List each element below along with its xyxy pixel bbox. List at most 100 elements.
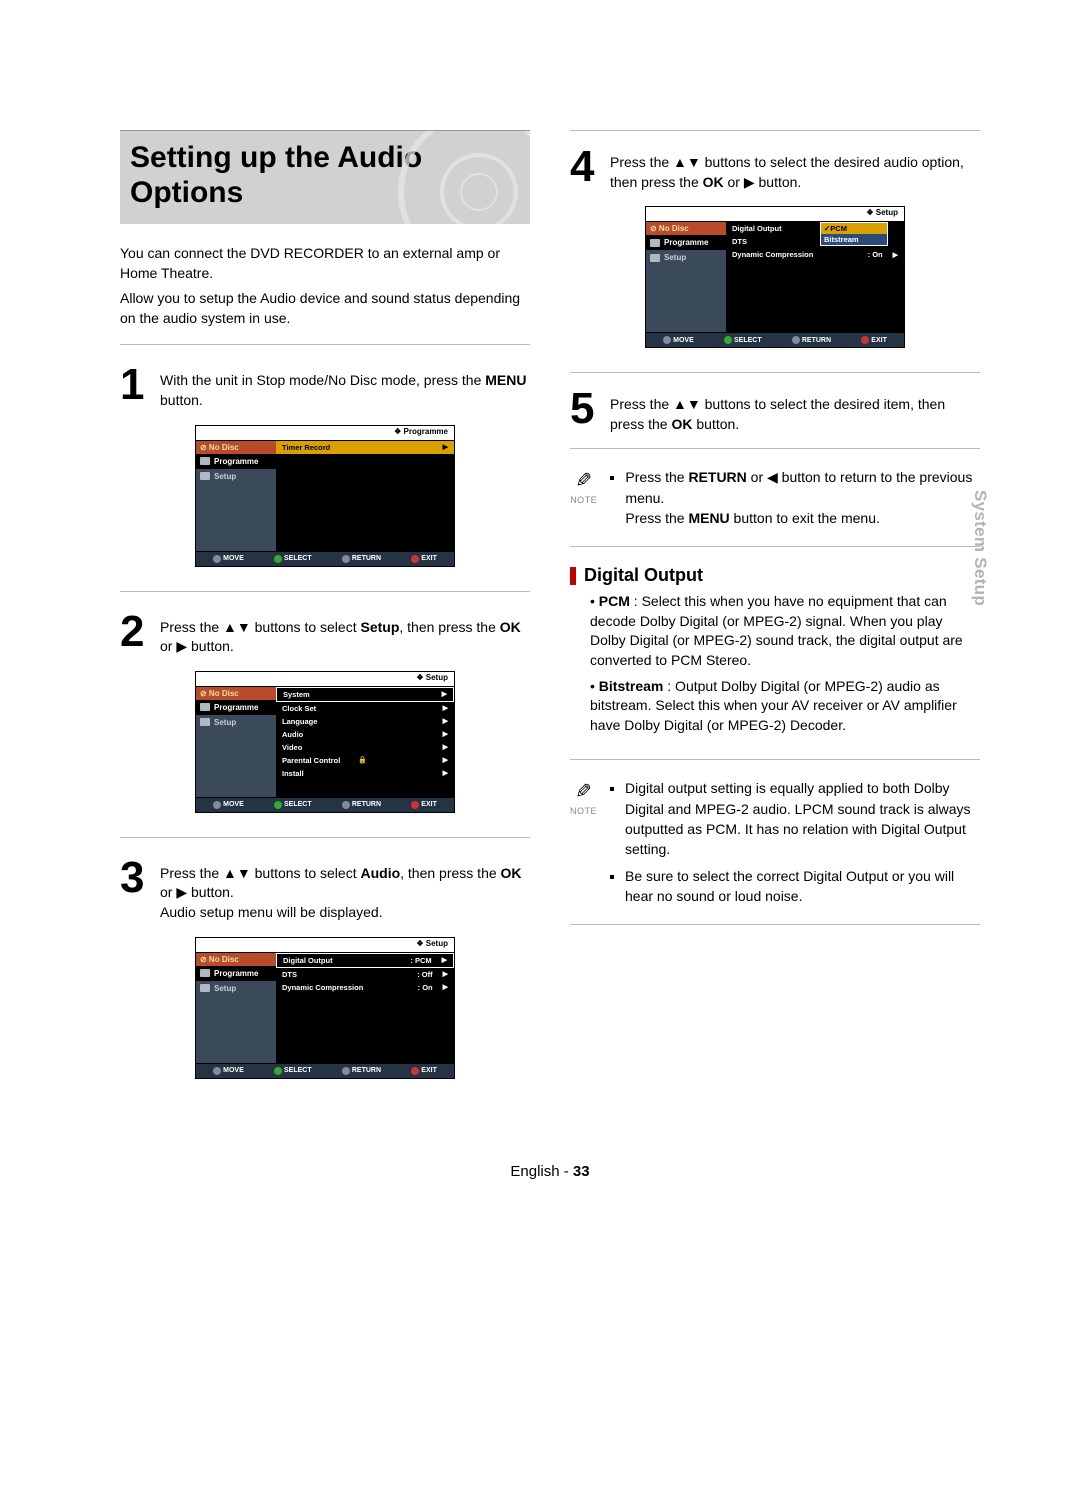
step-2: 2 Press the ▲▼ buttons to select Setup, … [120, 614, 530, 657]
intro-2: Allow you to setup the Audio device and … [120, 289, 530, 328]
step-1: 1 With the unit in Stop mode/No Disc mod… [120, 367, 530, 410]
osd-row: Install▶ [276, 767, 454, 780]
move-icon [663, 336, 671, 344]
exit-icon [411, 555, 419, 563]
osd-footer: MOVE SELECT RETURN EXIT [645, 332, 905, 348]
osd-nodisc: ⊘ No Disc [196, 687, 276, 700]
osd-row: DTS: Off▶ [276, 968, 454, 981]
divider [570, 372, 980, 373]
definition-item: • PCM : Select this when you have no equ… [590, 592, 980, 670]
osd-row: Digital Output ✓PCM Bitstream [726, 222, 904, 235]
osd-side-programme: Programme [196, 454, 276, 469]
exit-icon [411, 801, 419, 809]
note-body: Digital output setting is equally applie… [609, 778, 980, 912]
osd-screenshot-2: ❖ Setup ⊘ No Disc Programme Setup System… [195, 671, 455, 813]
osd-crumb: ❖ Programme [394, 427, 448, 436]
gear-icon [200, 984, 210, 992]
step-text: With the unit in Stop mode/No Disc mode,… [160, 367, 530, 410]
note-icon: ✎ [570, 467, 597, 496]
note-icon: ✎ [570, 778, 597, 807]
osd-crumb: ❖ Setup [416, 673, 448, 682]
gear-icon [200, 472, 210, 480]
osd-row: Audio▶ [276, 728, 454, 741]
osd-footer: MOVE SELECT RETURN EXIT [195, 1063, 455, 1079]
gear-icon [650, 254, 660, 262]
osd-crumb: ❖ Setup [866, 208, 898, 217]
step-number: 1 [120, 367, 150, 410]
tv-icon [200, 703, 210, 711]
side-tab: System Setup [970, 490, 990, 606]
exit-icon [411, 1067, 419, 1075]
osd-screenshot-1: ❖ Programme ⊘ No Disc Programme Setup Ti… [195, 425, 455, 567]
page-footer: English - 33 [120, 1163, 980, 1180]
divider [120, 591, 530, 592]
osd-side-programme: Programme [196, 700, 276, 715]
step-text: Press the ▲▼ buttons to select the desir… [610, 391, 980, 434]
osd-screenshot-3: ❖ Setup ⊘ No Disc Programme Setup Digita… [195, 937, 455, 1079]
osd-row: Video▶ [276, 741, 454, 754]
gear-icon [200, 718, 210, 726]
osd-row: Dynamic Compression: On▶ [726, 248, 904, 261]
definition-item: • Bitstream : Output Dolby Digital (or M… [590, 677, 980, 736]
move-icon [213, 801, 221, 809]
osd-side-setup: Setup [646, 250, 726, 265]
osd-side-setup: Setup [196, 469, 276, 484]
divider [120, 344, 530, 345]
osd-nodisc: ⊘ No Disc [196, 953, 276, 966]
return-icon [342, 555, 350, 563]
select-icon [724, 336, 732, 344]
osd-row: Clock Set▶ [276, 702, 454, 715]
step-number: 4 [570, 149, 600, 192]
note-body: Press the RETURN or ◀ button to return t… [609, 467, 980, 534]
osd-screenshot-4: ❖ Setup ⊘ No Disc Programme Setup Digita… [645, 206, 905, 348]
divider [120, 837, 530, 838]
osd-row: System▶ [276, 687, 454, 702]
osd-side-programme: Programme [646, 235, 726, 250]
manual-page: System Setup Setting up the Audio Option… [0, 0, 1080, 1240]
osd-row: Timer Record▶ [276, 441, 454, 454]
step-text: Press the ▲▼ buttons to select the desir… [610, 149, 980, 192]
definition-list: • PCM : Select this when you have no equ… [570, 592, 980, 735]
title-block: Setting up the Audio Options [120, 130, 530, 224]
osd-nodisc: ⊘ No Disc [196, 441, 276, 454]
divider [570, 546, 980, 547]
osd-row: Dynamic Compression: On▶ [276, 981, 454, 994]
left-column: Setting up the Audio Options You can con… [120, 130, 530, 1103]
tv-icon [650, 239, 660, 247]
step-number: 5 [570, 391, 600, 434]
osd-row: Digital Output: PCM▶ [276, 953, 454, 968]
osd-side-setup: Setup [196, 715, 276, 730]
osd-side-programme: Programme [196, 966, 276, 981]
osd-side-setup: Setup [196, 981, 276, 996]
return-icon [342, 1067, 350, 1075]
osd-nodisc: ⊘ No Disc [646, 222, 726, 235]
divider [570, 130, 980, 131]
return-icon [342, 801, 350, 809]
return-icon [792, 336, 800, 344]
exit-icon [861, 336, 869, 344]
note-item: Digital output setting is equally applie… [625, 778, 980, 859]
move-icon [213, 555, 221, 563]
osd-crumb: ❖ Setup [416, 939, 448, 948]
note-item: Be sure to select the correct Digital Ou… [625, 866, 980, 907]
osd-row: DTS [726, 235, 904, 248]
move-icon [213, 1067, 221, 1075]
select-icon [274, 555, 282, 563]
step-number: 2 [120, 614, 150, 657]
select-icon [274, 1067, 282, 1075]
right-column: 4 Press the ▲▼ buttons to select the des… [570, 130, 980, 1103]
note-item: Press the RETURN or ◀ button to return t… [625, 467, 980, 528]
divider [570, 448, 980, 449]
step-number: 3 [120, 860, 150, 923]
osd-option: ✓PCM [821, 223, 887, 234]
step-5: 5 Press the ▲▼ buttons to select the des… [570, 391, 980, 434]
divider [570, 924, 980, 925]
step-3: 3 Press the ▲▼ buttons to select Audio, … [120, 860, 530, 923]
disc-icon [398, 130, 530, 224]
osd-footer: MOVE SELECT RETURN EXIT [195, 797, 455, 813]
osd-footer: MOVE SELECT RETURN EXIT [195, 551, 455, 567]
note-block-1: ✎ NOTE Press the RETURN or ◀ button to r… [570, 467, 980, 534]
step-text: Press the ▲▼ buttons to select Audio, th… [160, 860, 530, 923]
section-heading: Digital Output [570, 565, 980, 586]
lock-icon: 🔒 [358, 756, 367, 764]
